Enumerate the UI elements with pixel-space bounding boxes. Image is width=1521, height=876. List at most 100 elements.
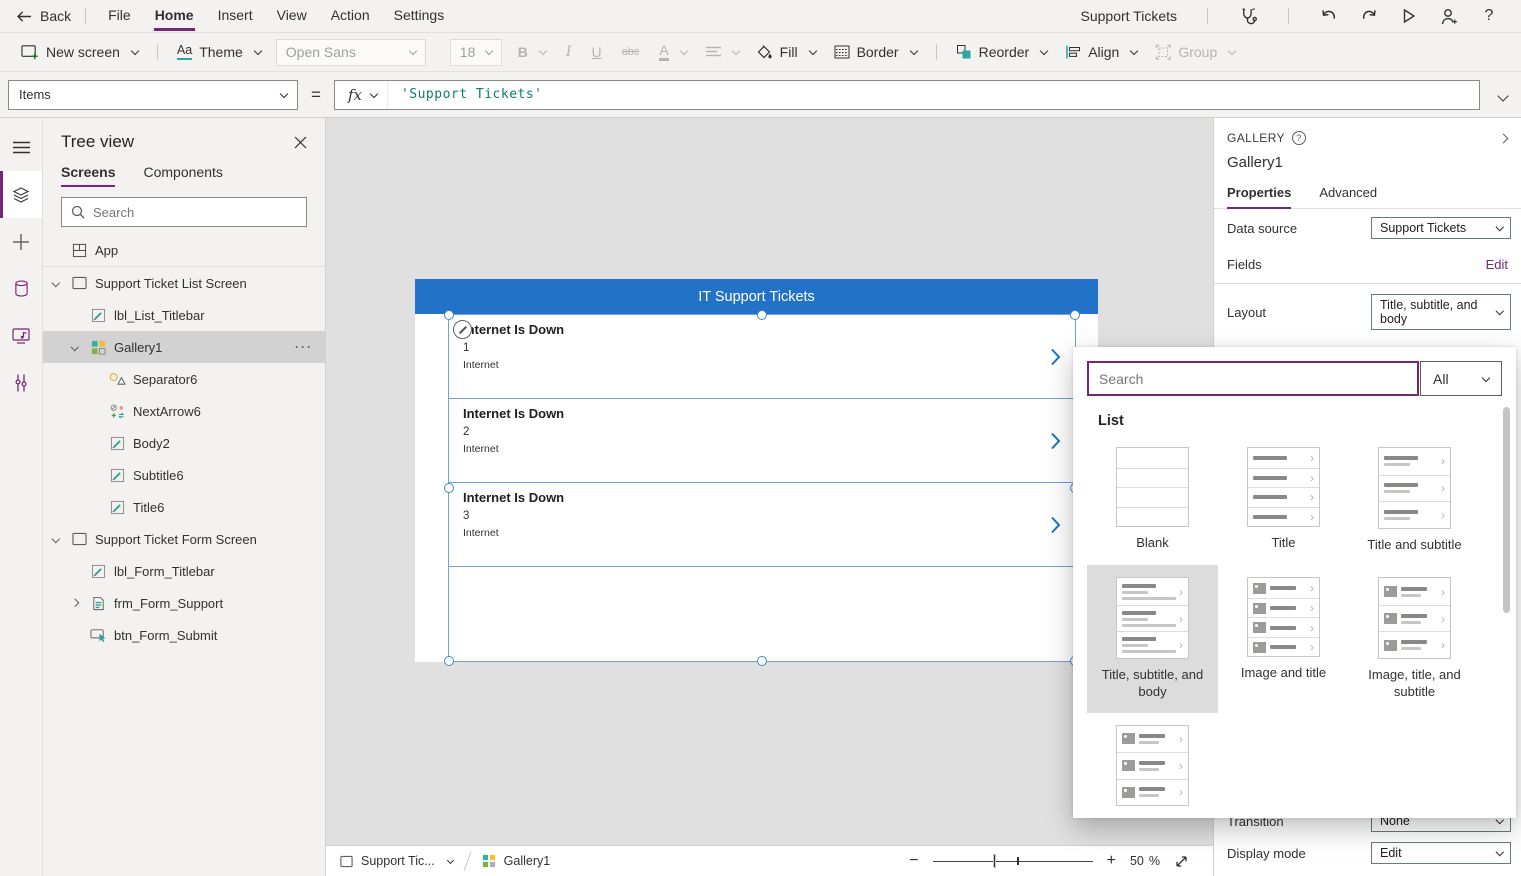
selection-handle[interactable]: [444, 483, 454, 493]
zoom-in-button[interactable]: +: [1107, 853, 1116, 869]
layout-option-image-and-title[interactable]: ››››Image and title: [1218, 565, 1349, 712]
tree-item-separator6[interactable]: Separator6: [43, 363, 325, 395]
menu-settings[interactable]: Settings: [382, 0, 457, 32]
tab-components[interactable]: Components: [143, 164, 222, 187]
fit-to-window-icon[interactable]: [1174, 854, 1189, 869]
tree-search-input[interactable]: [93, 205, 297, 220]
tree-item-lbl-list-titlebar[interactable]: lbl_List_Titlebar: [43, 299, 325, 331]
selected-control-breadcrumb[interactable]: Gallery1: [482, 854, 551, 868]
tab-advanced[interactable]: Advanced: [1319, 185, 1377, 208]
reorder-button[interactable]: Reorder: [947, 37, 1057, 67]
help-icon[interactable]: ?: [1479, 6, 1499, 26]
gallery-item[interactable]: Internet Is Down1Internet: [449, 315, 1075, 399]
fx-dropdown[interactable]: [362, 81, 388, 109]
tree-item-subtitle6[interactable]: Subtitle6: [43, 459, 325, 491]
property-select[interactable]: Items: [8, 80, 298, 110]
underline-button[interactable]: U: [581, 37, 611, 67]
selection-handle[interactable]: [444, 656, 454, 666]
fill-button[interactable]: Fill: [748, 37, 825, 67]
selection-handle[interactable]: [1070, 310, 1080, 320]
tree-item-btn-form-submit[interactable]: btn_Form_Submit: [43, 619, 325, 651]
screen-support-ticket-list[interactable]: IT Support Tickets Internet Is Down1Inte…: [415, 279, 1098, 662]
zoom-slider[interactable]: [933, 854, 1093, 868]
strikethrough-button[interactable]: abc: [612, 37, 650, 67]
advanced-tools-rail-icon[interactable]: [0, 359, 42, 406]
insert-plus-rail-icon[interactable]: [0, 218, 42, 265]
layout-option-title-subtitle-and-body[interactable]: ›››Title, subtitle, and body: [1087, 565, 1218, 712]
flyout-scrollbar[interactable]: [1503, 407, 1510, 613]
layout-filter-select[interactable]: All: [1420, 361, 1502, 396]
layout-option-image-title-and-subtitle[interactable]: ›››Image, title, and subtitle: [1349, 565, 1480, 712]
menu-view[interactable]: View: [265, 0, 319, 32]
chevron-down-icon[interactable]: [53, 536, 71, 542]
group-button[interactable]: Group: [1146, 37, 1244, 67]
close-icon[interactable]: [294, 136, 307, 149]
tree-search-box[interactable]: [61, 197, 307, 227]
screen-titlebar-label[interactable]: IT Support Tickets: [415, 279, 1098, 314]
menu-action[interactable]: Action: [319, 0, 382, 32]
help-circle-icon[interactable]: ?: [1292, 131, 1306, 145]
tree-view-rail-icon[interactable]: [0, 171, 42, 218]
next-arrow-icon[interactable]: [1050, 347, 1061, 366]
layout-option-title-and-subtitle[interactable]: ›››Title and subtitle: [1349, 435, 1480, 565]
layout-option-blank[interactable]: Blank: [1087, 435, 1218, 565]
gallery-item[interactable]: Internet Is Down3Internet: [449, 483, 1075, 567]
display-mode-select[interactable]: Edit: [1371, 842, 1511, 864]
more-options-button[interactable]: ···: [295, 340, 313, 354]
fields-edit-link[interactable]: Edit: [1486, 257, 1511, 272]
menu-file[interactable]: File: [96, 0, 143, 32]
data-source-select[interactable]: Support Tickets: [1371, 217, 1511, 239]
redo-button[interactable]: [1359, 6, 1379, 26]
zoom-out-button[interactable]: −: [909, 853, 918, 869]
collapse-panel-chevron[interactable]: [1495, 131, 1507, 145]
menu-home[interactable]: Home: [143, 0, 206, 32]
tree-item-app[interactable]: App: [43, 235, 325, 267]
gallery-item[interactable]: Internet Is Down2Internet: [449, 399, 1075, 483]
selection-handle[interactable]: [757, 656, 767, 666]
layout-option-title[interactable]: ››››Title: [1218, 435, 1349, 565]
text-align-button[interactable]: [697, 37, 748, 67]
menu-insert[interactable]: Insert: [206, 0, 265, 32]
data-sources-rail-icon[interactable]: [0, 265, 42, 312]
next-arrow-icon[interactable]: [1050, 515, 1061, 534]
layout-search-box[interactable]: [1087, 361, 1419, 396]
theme-button[interactable]: Aa Theme: [168, 37, 270, 67]
layout-option-partial[interactable]: ›››: [1087, 713, 1218, 818]
font-size-select[interactable]: 18: [450, 39, 502, 66]
chevron-down-icon[interactable]: [72, 344, 90, 350]
preview-play-button[interactable]: [1399, 6, 1419, 26]
tree-item-body2[interactable]: Body2: [43, 427, 325, 459]
share-person-icon[interactable]: [1439, 6, 1459, 26]
tree-item-support-ticket-form-screen[interactable]: Support Ticket Form Screen: [43, 523, 325, 555]
formula-input[interactable]: fx 'Support Tickets': [334, 80, 1480, 110]
edit-pencil-icon[interactable]: [453, 320, 472, 339]
layout-select[interactable]: Title, subtitle, and body: [1371, 294, 1511, 330]
chevron-right-icon[interactable]: [72, 600, 90, 606]
bold-button[interactable]: B: [508, 37, 556, 67]
formula-bar-expand-chevron[interactable]: [1494, 87, 1507, 103]
next-arrow-icon[interactable]: [1050, 431, 1061, 450]
tab-screens[interactable]: Screens: [61, 164, 115, 187]
media-rail-icon[interactable]: [0, 312, 42, 359]
tree-item-support-ticket-list-screen[interactable]: Support Ticket List Screen: [43, 267, 325, 299]
tab-properties[interactable]: Properties: [1227, 185, 1291, 208]
tree-item-gallery1[interactable]: Gallery1···: [43, 331, 325, 363]
new-screen-button[interactable]: New screen: [12, 37, 147, 67]
tree-item-nextarrow6[interactable]: NextArrow6: [43, 395, 325, 427]
border-button[interactable]: Border: [825, 37, 926, 67]
hamburger-menu-icon[interactable]: [0, 124, 42, 171]
layout-search-input[interactable]: [1099, 371, 1407, 387]
selection-handle[interactable]: [757, 310, 767, 320]
italic-button[interactable]: I: [556, 37, 582, 67]
selection-handle[interactable]: [444, 310, 454, 320]
font-color-button[interactable]: A: [649, 37, 696, 67]
screen-selector[interactable]: Support Tic...: [340, 854, 453, 868]
gallery1-control[interactable]: Internet Is Down1InternetInternet Is Dow…: [448, 314, 1076, 662]
chevron-down-icon[interactable]: [53, 280, 71, 286]
tree-item-title6[interactable]: Title6: [43, 491, 325, 523]
undo-button[interactable]: [1319, 6, 1339, 26]
tree-item-frm-form-support[interactable]: frm_Form_Support: [43, 587, 325, 619]
align-button[interactable]: Align: [1056, 37, 1146, 67]
back-button[interactable]: Back: [16, 8, 71, 24]
font-family-select[interactable]: Open Sans: [276, 39, 426, 66]
